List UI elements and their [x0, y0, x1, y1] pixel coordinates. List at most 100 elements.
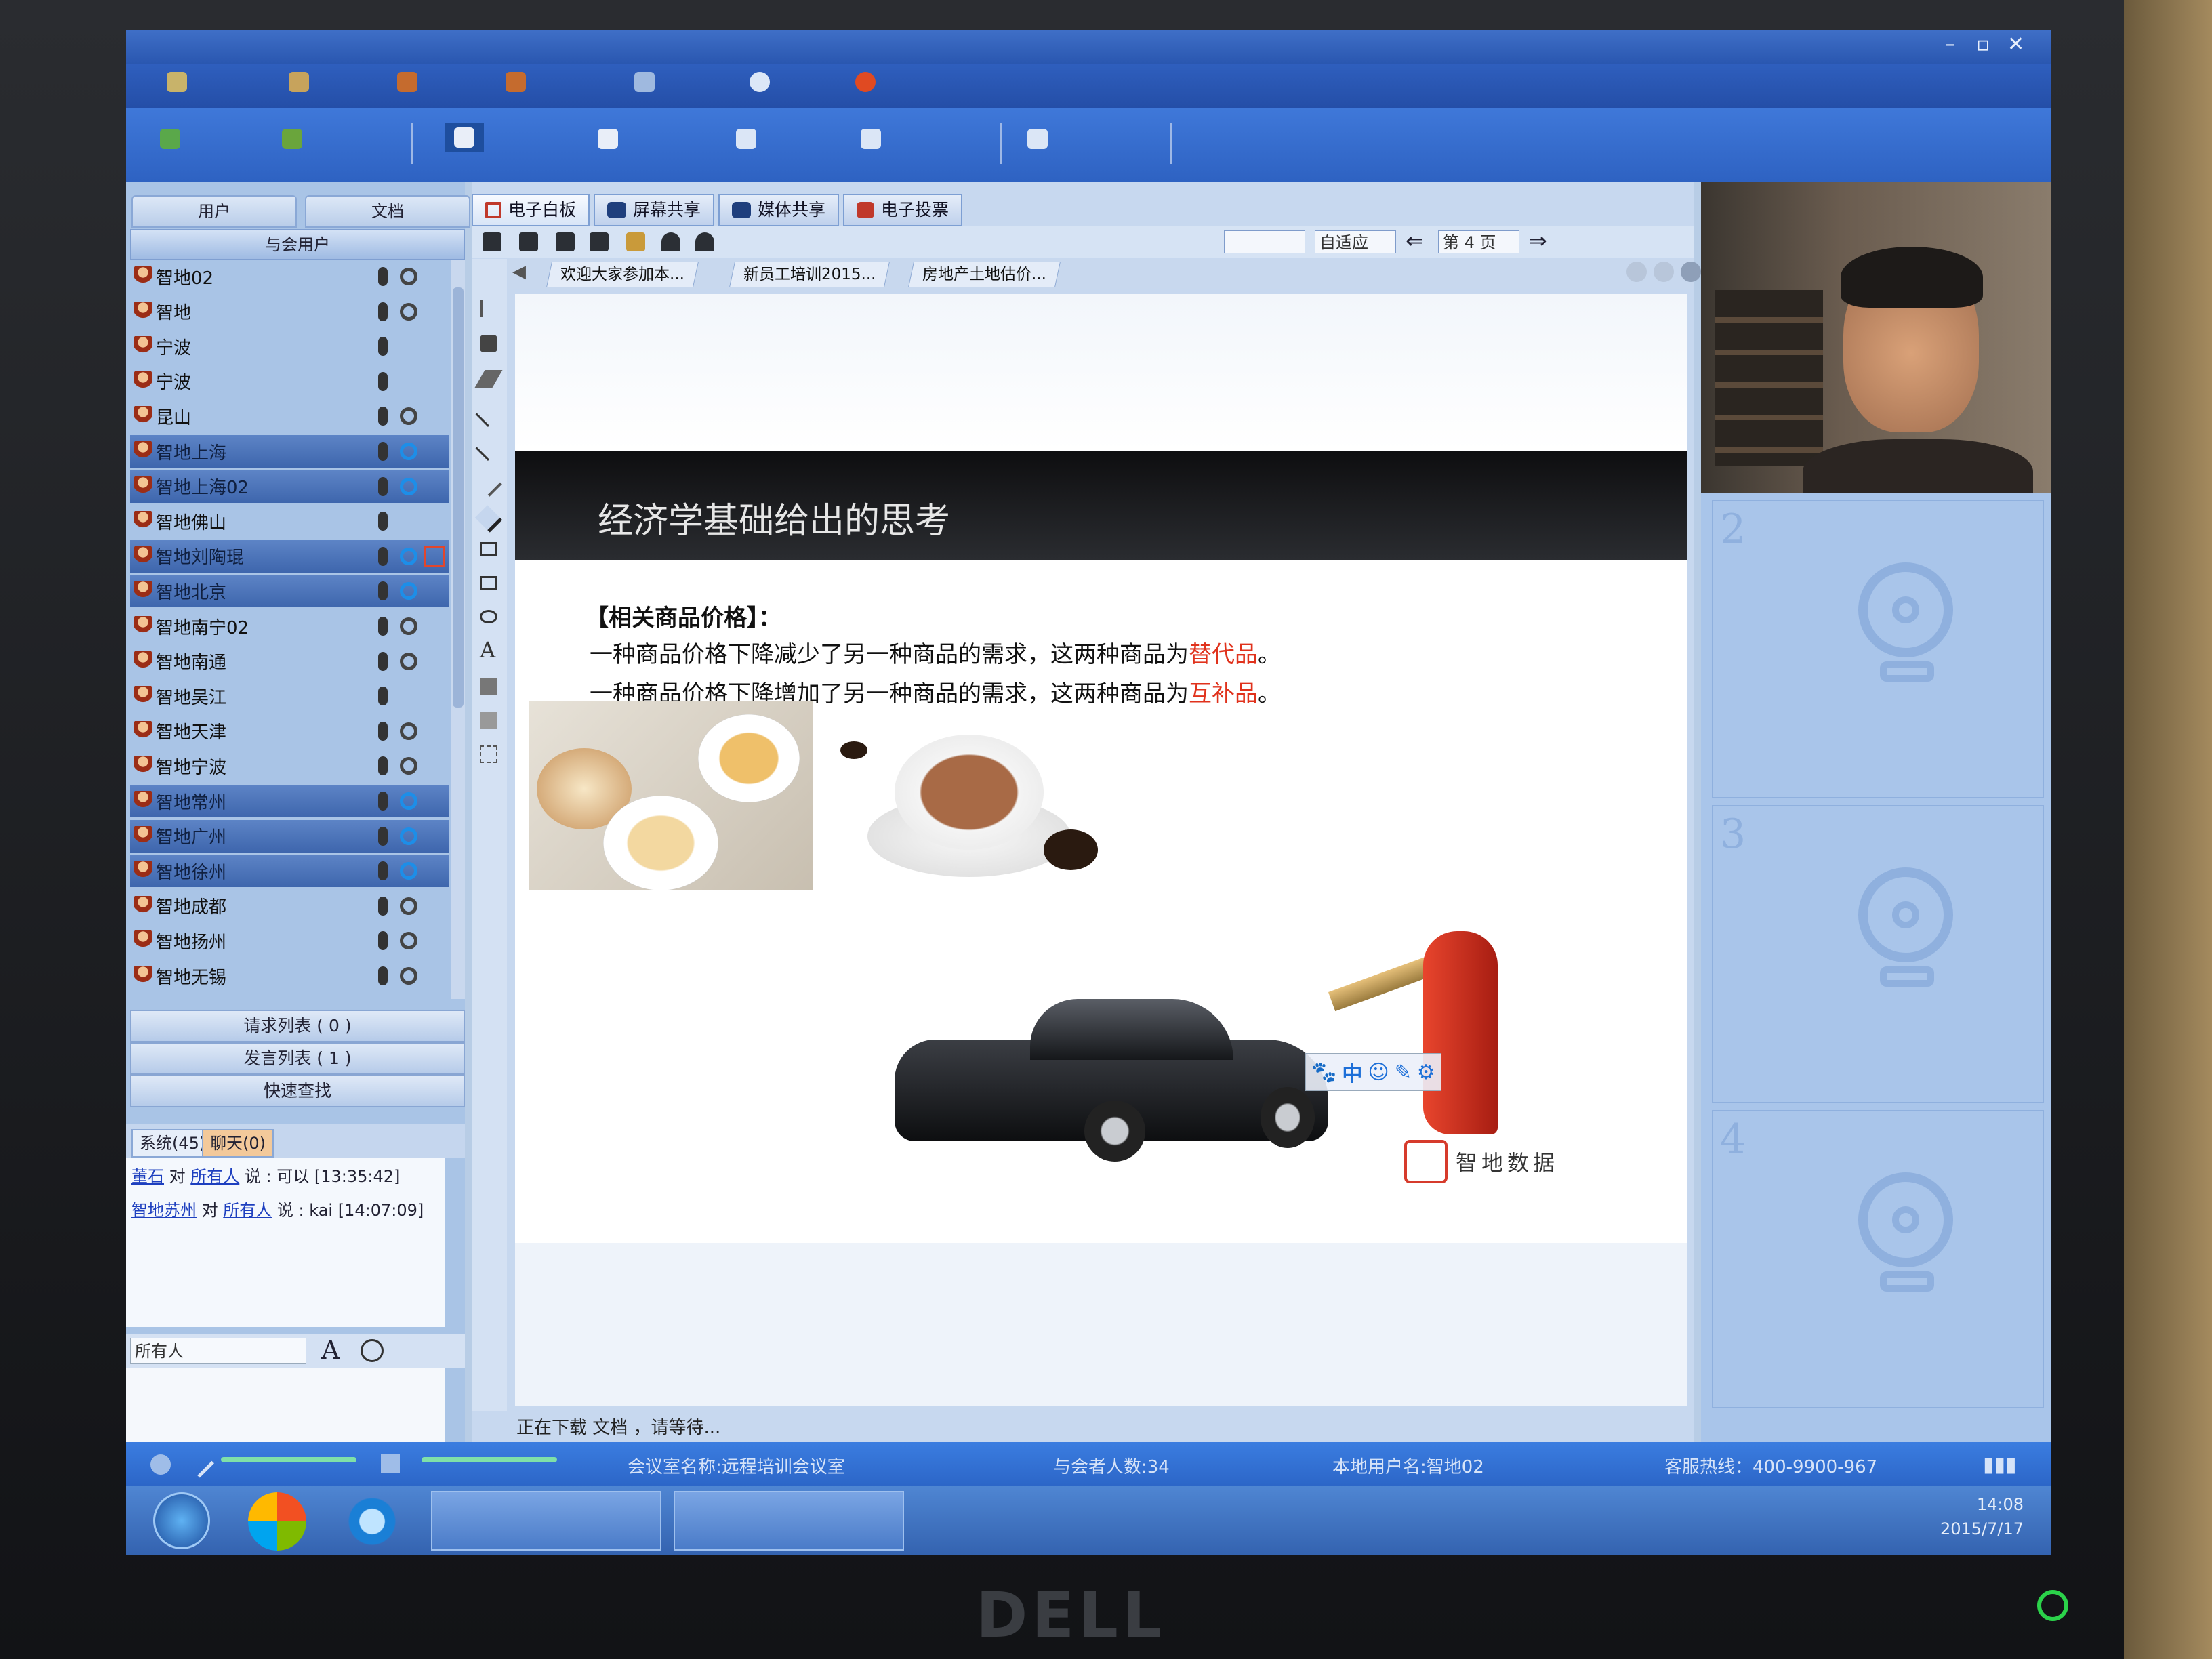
pinned-app-icon[interactable]: [248, 1492, 306, 1551]
pen-icon[interactable]: [475, 470, 502, 497]
microphone-icon[interactable]: [378, 407, 388, 426]
user-list-item[interactable]: 智地天津: [130, 715, 449, 747]
image-icon[interactable]: [626, 232, 645, 251]
camera-icon[interactable]: [400, 477, 417, 495]
microphone-icon[interactable]: [378, 721, 388, 741]
user-list-item[interactable]: 智地02: [130, 260, 449, 293]
menu-settings[interactable]: [167, 72, 187, 92]
request-list-button[interactable]: 请求列表 ( 0 ): [130, 1010, 465, 1042]
tab-chat[interactable]: 聊天(0): [202, 1129, 274, 1158]
tab-whiteboard[interactable]: 电子白板: [472, 194, 590, 226]
whiteboard-canvas[interactable]: 经济学基础给出的思考 【相关商品价格】： 一种商品价格下降减少了另一种商品的需求…: [515, 294, 1687, 1406]
speaker-volume-slider[interactable]: [422, 1457, 557, 1462]
user-list-item[interactable]: 智地刘陶琨: [130, 539, 449, 573]
camera-icon[interactable]: [400, 932, 417, 950]
maximize-button[interactable]: ▫: [1976, 33, 1990, 56]
prev-page-icon[interactable]: ⇐: [1406, 228, 1424, 253]
doc-close-icon[interactable]: [1681, 262, 1701, 282]
camera-icon[interactable]: [400, 862, 417, 880]
user-list-item[interactable]: 智地南通: [130, 645, 449, 678]
stamp-icon[interactable]: [480, 712, 497, 729]
microphone-icon[interactable]: [378, 617, 388, 636]
user-list-item[interactable]: 智地吴江: [130, 680, 449, 712]
ie-icon[interactable]: [343, 1492, 401, 1551]
user-list-item[interactable]: 智地上海: [130, 435, 449, 468]
attendee-group-header[interactable]: 与会用户: [130, 229, 465, 260]
chat-recipient[interactable]: 所有人: [223, 1201, 272, 1220]
tab-vote[interactable]: 电子投票: [843, 194, 963, 226]
user-list-item[interactable]: 智地: [130, 295, 449, 328]
camera-icon[interactable]: [400, 897, 417, 915]
toolbar-item-2[interactable]: [282, 129, 302, 149]
doc-tab[interactable]: 欢迎大家参加本...: [546, 262, 699, 287]
microphone-icon[interactable]: [378, 512, 388, 531]
ime-toolbar[interactable]: 🐾 中 ☺ ✎ ⚙: [1305, 1053, 1441, 1091]
chat-sender[interactable]: 董石: [131, 1167, 164, 1186]
whiteboard-toolbar-button[interactable]: [445, 123, 484, 152]
microphone-icon[interactable]: [378, 687, 388, 706]
user-list-item[interactable]: 智地常州: [130, 785, 449, 817]
clock-time[interactable]: 14:08: [1940, 1492, 2024, 1517]
doc-tab[interactable]: 房地产土地估价...: [907, 262, 1061, 287]
user-list-item[interactable]: 智地佛山: [130, 505, 449, 537]
user-list-item[interactable]: 智地扬州: [130, 924, 449, 957]
camera-icon[interactable]: [400, 722, 417, 740]
video-slot[interactable]: 2: [1712, 500, 2044, 798]
microphone-icon[interactable]: [378, 371, 388, 391]
emoji-icon[interactable]: [361, 1339, 384, 1362]
camera-icon[interactable]: [400, 827, 417, 845]
camera-icon[interactable]: [400, 268, 417, 285]
microphone-icon[interactable]: [378, 756, 388, 776]
menu-item-3[interactable]: [397, 72, 417, 92]
clock-date[interactable]: 2015/7/17: [1940, 1517, 2024, 1541]
microphone-icon[interactable]: [378, 966, 388, 985]
tab-media-share[interactable]: 媒体共享: [718, 194, 840, 226]
taskbar-task[interactable]: [431, 1491, 661, 1551]
microphone-icon[interactable]: [378, 267, 388, 286]
scrollbar-thumb[interactable]: [453, 287, 464, 708]
new-page-icon[interactable]: [483, 232, 501, 251]
video-slot[interactable]: 3: [1712, 805, 2044, 1103]
menu-help[interactable]: [855, 72, 876, 92]
microphone-icon[interactable]: [378, 651, 388, 671]
taskbar-task[interactable]: [674, 1491, 904, 1551]
menu-item-6[interactable]: [750, 72, 770, 92]
camera-icon[interactable]: [400, 792, 417, 810]
eraser-icon[interactable]: [474, 370, 503, 388]
doc-tabs-left-arrow[interactable]: ◀: [512, 262, 526, 282]
microphone-icon[interactable]: [378, 476, 388, 496]
user-list-item[interactable]: 智地广州: [130, 819, 449, 853]
main-video[interactable]: [1701, 182, 2051, 493]
toolbar-item-5[interactable]: [736, 129, 756, 149]
menu-item-5[interactable]: [634, 72, 655, 92]
pointer-icon[interactable]: [661, 232, 680, 251]
camera-icon[interactable]: [400, 407, 417, 426]
pen-icon[interactable]: ✎: [1395, 1061, 1412, 1084]
select-arrow-icon[interactable]: [480, 300, 500, 317]
user-list-item[interactable]: 智地成都: [130, 890, 449, 922]
user-list-item[interactable]: 智地上海02: [130, 470, 449, 503]
hand-icon[interactable]: [480, 335, 497, 352]
toolbar-item-4[interactable]: [598, 129, 618, 149]
microphone-icon[interactable]: [378, 546, 388, 566]
menu-item-2[interactable]: [289, 72, 309, 92]
marker-icon[interactable]: [474, 505, 503, 533]
microphone-icon[interactable]: [378, 931, 388, 951]
save-icon[interactable]: [590, 232, 609, 251]
menu-item-4[interactable]: [506, 72, 526, 92]
color-combo[interactable]: [1224, 230, 1305, 253]
user-list-item[interactable]: 昆山: [130, 400, 449, 432]
font-icon[interactable]: A: [321, 1335, 340, 1365]
tab-screen-share[interactable]: 屏幕共享: [594, 194, 715, 226]
emoji-icon[interactable]: ☺: [1368, 1061, 1389, 1084]
microphone-icon[interactable]: [378, 896, 388, 916]
settings-icon[interactable]: ⚙: [1417, 1061, 1435, 1084]
tab-documents[interactable]: 文档: [305, 195, 470, 228]
user-list-item[interactable]: 智地北京: [130, 575, 449, 608]
start-button[interactable]: [153, 1492, 210, 1549]
microphone-icon[interactable]: [378, 792, 388, 811]
camera-icon[interactable]: [400, 443, 417, 460]
close-button[interactable]: ✕: [2007, 33, 2024, 56]
user-list-item[interactable]: 宁波: [130, 365, 449, 398]
ellipse-icon[interactable]: [480, 610, 497, 623]
